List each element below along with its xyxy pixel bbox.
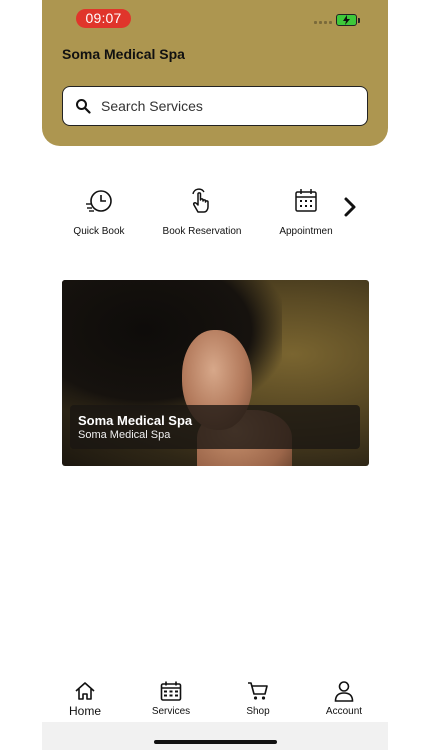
tab-home[interactable]: Home [42, 680, 128, 718]
tab-label: Account [325, 706, 363, 717]
card-subtitle: Soma Medical Spa [78, 429, 171, 441]
action-label: Appointmen [279, 226, 333, 237]
tab-services[interactable]: Services [128, 680, 214, 717]
header: 09:07 Soma Medical Spa [42, 0, 388, 146]
cart-icon [215, 680, 301, 702]
search-icon [75, 98, 91, 119]
action-book-reservation[interactable]: Book Reservation [147, 180, 257, 237]
card-title: Soma Medical Spa [78, 413, 193, 428]
action-quick-book[interactable]: Quick Book [44, 180, 154, 237]
chevron-right-icon[interactable] [342, 195, 358, 219]
tap-hand-icon [147, 180, 257, 214]
status-time: 09:07 [76, 9, 131, 28]
home-indicator-area [42, 722, 388, 750]
tab-label: Services [151, 706, 191, 717]
search-bar[interactable] [62, 86, 368, 126]
quick-actions: Quick Book Book Reservation Appointmen [42, 180, 388, 250]
featured-card[interactable]: Soma Medical Spa Soma Medical Spa [62, 280, 369, 466]
battery-icon [336, 14, 360, 26]
home-icon [42, 680, 128, 702]
app-title: Soma Medical Spa [62, 46, 185, 62]
tab-label: Shop [246, 706, 270, 717]
tab-shop[interactable]: Shop [215, 680, 301, 717]
app-screen: 09:07 Soma Medical Spa Quic [42, 0, 388, 750]
person-icon [301, 680, 387, 702]
search-input[interactable] [101, 87, 361, 125]
action-label: Book Reservation [162, 226, 242, 237]
clock-speed-icon [44, 180, 154, 214]
tab-bar: Home Services Shop Account [42, 676, 388, 722]
home-indicator[interactable] [154, 740, 277, 744]
tab-label: Home [68, 704, 101, 718]
calendar-icon [128, 680, 214, 702]
signal-icon [314, 21, 332, 24]
action-label: Quick Book [73, 226, 125, 237]
tab-account[interactable]: Account [301, 680, 387, 717]
